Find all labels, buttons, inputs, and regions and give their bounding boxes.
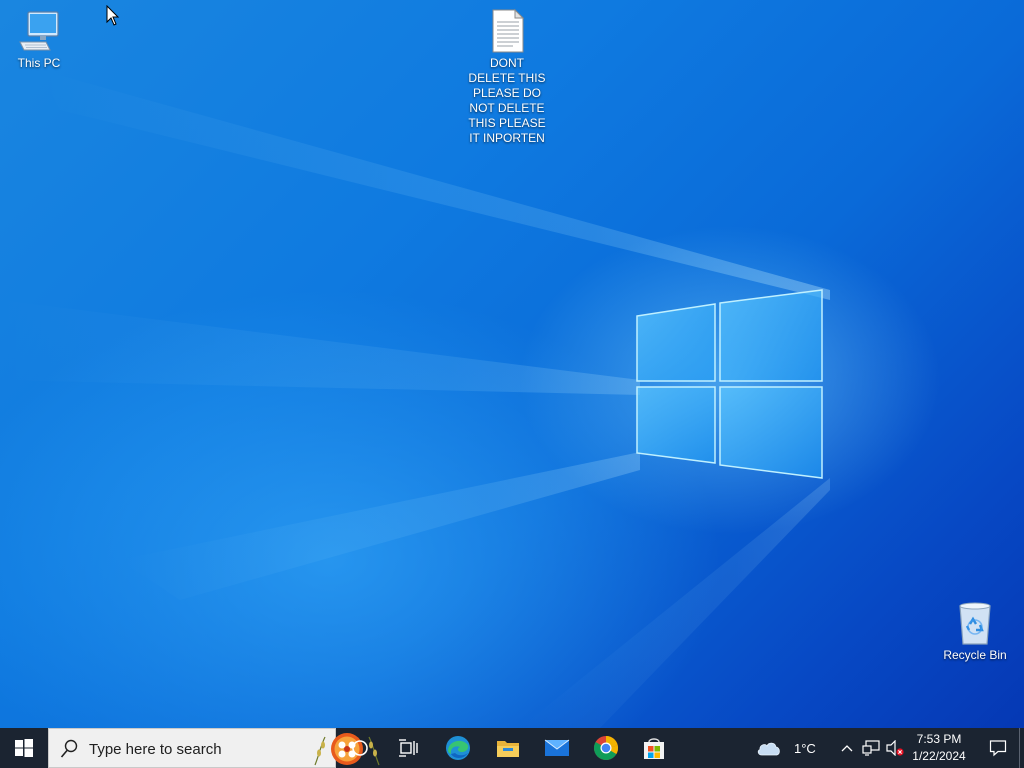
show-hidden-icons-button[interactable]: [838, 728, 856, 768]
mail-icon: [544, 739, 570, 756]
volume-muted-icon: [886, 740, 904, 756]
network-icon: [862, 740, 880, 756]
recycle-bin-icon: [959, 602, 991, 645]
start-icon: [15, 739, 33, 757]
search-icon: [60, 739, 78, 758]
edge-icon: [446, 736, 470, 760]
taskbar: Type here to search 1°C 7:53 PM 1/22/202…: [0, 728, 1024, 768]
cloud-icon: [757, 742, 780, 756]
store-button[interactable]: [630, 728, 678, 768]
clock-date: 1/22/2024: [912, 749, 966, 763]
action-center-icon: [989, 740, 1007, 757]
text-document-icon: [492, 8, 525, 53]
mouse-cursor-icon: [106, 5, 120, 26]
weather-widget[interactable]: 1°C: [756, 728, 822, 768]
store-icon: [644, 738, 664, 759]
text-document-label: DONT DELETE THIS PLEASE DO NOT DELETE TH…: [468, 56, 546, 145]
weather-temperature: 1°C: [794, 740, 816, 756]
desktop-icon-recycle-bin[interactable]: Recycle Bin: [940, 600, 1010, 663]
action-center-button[interactable]: [978, 728, 1018, 768]
edge-button[interactable]: [434, 728, 482, 768]
cortana-icon: [352, 740, 368, 756]
taskbar-search-box[interactable]: Type here to search: [48, 728, 380, 768]
mail-button[interactable]: [533, 728, 581, 768]
task-view-icon: [399, 739, 418, 757]
this-pc-label: This PC: [17, 56, 61, 70]
file-explorer-icon: [497, 741, 519, 757]
volume-button[interactable]: [884, 728, 906, 768]
chrome-button[interactable]: [582, 728, 630, 768]
cortana-button[interactable]: [336, 728, 384, 768]
file-explorer-button[interactable]: [484, 728, 532, 768]
chrome-icon: [593, 735, 619, 761]
this-pc-icon: [19, 11, 59, 51]
chevron-up-icon: [841, 745, 853, 752]
clock-time: 7:53 PM: [916, 732, 962, 746]
desktop: This PC DONT DELETE THIS PLEASE DO NOT D…: [0, 0, 1024, 728]
recycle-bin-label: Recycle Bin: [943, 648, 1007, 662]
start-button[interactable]: [0, 728, 48, 768]
show-desktop-button[interactable]: [1019, 728, 1020, 768]
desktop-icon-this-pc[interactable]: This PC: [8, 8, 70, 71]
task-view-button[interactable]: [384, 728, 432, 768]
network-button[interactable]: [860, 728, 882, 768]
desktop-icon-text-document[interactable]: DONT DELETE THIS PLEASE DO NOT DELETE TH…: [466, 8, 548, 146]
search-placeholder: Type here to search: [89, 741, 222, 758]
taskbar-clock[interactable]: 7:53 PM 1/22/2024: [904, 731, 974, 765]
